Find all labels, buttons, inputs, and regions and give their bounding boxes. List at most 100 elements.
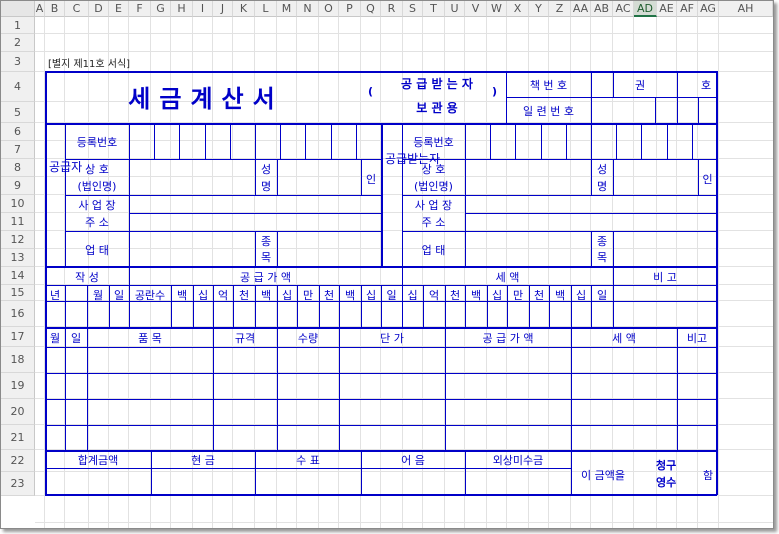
column-header-i[interactable]: I <box>193 1 213 17</box>
column-header-y[interactable]: Y <box>529 1 549 17</box>
form-border <box>402 231 717 232</box>
row-header-18[interactable]: 18 <box>1 347 35 373</box>
invoice-title: 세금계산서 <box>128 85 284 113</box>
row-header-16[interactable]: 16 <box>1 301 35 327</box>
address-label-line2: 주 소 <box>421 216 446 229</box>
digit-label: 백 <box>260 289 272 302</box>
promissory-note-label: 어 음 <box>401 454 425 467</box>
form-border <box>45 71 717 73</box>
row-header-14[interactable]: 14 <box>1 267 35 285</box>
digit-label: 백 <box>176 289 188 302</box>
row-header-20[interactable]: 20 <box>1 399 35 425</box>
column-header-b[interactable]: B <box>45 1 65 17</box>
row-header-5[interactable]: 5 <box>1 102 35 123</box>
column-header-k[interactable]: K <box>233 1 255 17</box>
row-header-2[interactable]: 2 <box>1 34 35 52</box>
column-header-n[interactable]: N <box>297 1 319 17</box>
select-all-corner[interactable] <box>1 1 35 17</box>
gridline <box>35 51 773 52</box>
row-header-21[interactable]: 21 <box>1 425 35 450</box>
seal-label: 인 <box>702 173 713 186</box>
column-header-s[interactable]: S <box>403 1 423 17</box>
column-header-j[interactable]: J <box>213 1 233 17</box>
column-header-z[interactable]: Z <box>549 1 571 17</box>
business-type-label: 업 태 <box>421 244 446 257</box>
item-label: 목 <box>596 251 608 264</box>
items-column-header: 월 <box>49 332 61 345</box>
row-header-7[interactable]: 7 <box>1 141 35 159</box>
column-header-af[interactable]: AF <box>677 1 698 17</box>
row-header-3[interactable]: 3 <box>1 52 35 72</box>
row-header-23[interactable]: 23 <box>1 472 35 496</box>
column-header-h[interactable]: H <box>171 1 193 17</box>
row-header-12[interactable]: 12 <box>1 231 35 249</box>
form-border <box>356 123 357 159</box>
row-header-19[interactable]: 19 <box>1 373 35 399</box>
items-column-header: 단 가 <box>380 332 404 345</box>
row-header-22[interactable]: 22 <box>1 450 35 472</box>
digit-label: 십 <box>197 289 209 302</box>
column-header-v[interactable]: V <box>465 1 487 17</box>
row-header-4[interactable]: 4 <box>1 72 35 102</box>
row-header-6[interactable]: 6 <box>1 123 35 141</box>
row-header-13[interactable]: 13 <box>1 249 35 267</box>
column-header-f[interactable]: F <box>129 1 151 17</box>
row-header-10[interactable]: 10 <box>1 195 35 213</box>
column-header-r[interactable]: R <box>381 1 403 17</box>
cash-label: 현 금 <box>191 454 215 467</box>
digit-label: 천 <box>533 289 545 302</box>
digit-label: 만 <box>512 289 524 302</box>
column-header-l[interactable]: L <box>255 1 277 17</box>
form-border <box>255 123 256 159</box>
form-border <box>65 285 66 327</box>
row-header-1[interactable]: 1 <box>1 17 35 34</box>
book-number-label: 책 번 호 <box>529 79 568 92</box>
column-header-u[interactable]: U <box>445 1 465 17</box>
column-header-ac[interactable]: AC <box>613 1 634 17</box>
form-border <box>541 123 542 159</box>
column-header-c[interactable]: C <box>65 1 89 17</box>
digit-label: 십 <box>575 289 587 302</box>
paren: ) <box>492 85 498 98</box>
column-header-ab[interactable]: AB <box>591 1 613 17</box>
digit-label: 일 <box>386 289 397 302</box>
column-header-ae[interactable]: AE <box>657 1 677 17</box>
form-border <box>277 159 278 195</box>
blank-count-label: 공란수 <box>134 289 166 302</box>
form-border <box>677 97 678 123</box>
row-header-15[interactable]: 15 <box>1 285 35 301</box>
column-header-w[interactable]: W <box>487 1 507 17</box>
row-header-11[interactable]: 11 <box>1 213 35 231</box>
representative-label: 명 <box>596 180 608 193</box>
column-header-e[interactable]: E <box>109 1 129 17</box>
column-header-d[interactable]: D <box>89 1 109 17</box>
column-header-a[interactable]: A <box>35 1 45 17</box>
column-header-ag[interactable]: AG <box>698 1 719 17</box>
column-header-aa[interactable]: AA <box>571 1 591 17</box>
digit-label: 천 <box>238 289 250 302</box>
column-header-o[interactable]: O <box>319 1 339 17</box>
row-header-9[interactable]: 9 <box>1 177 35 195</box>
spreadsheet-window: A B C D E F G H I J K L M N O P Q R S T U V W X Y Z AA AB AC AD AE AF AG… <box>0 0 774 529</box>
column-header-g[interactable]: G <box>151 1 171 17</box>
column-header-x[interactable]: X <box>507 1 529 17</box>
column-header-q[interactable]: Q <box>361 1 381 17</box>
form-border <box>230 123 231 159</box>
form-border <box>277 231 278 267</box>
form-border <box>280 123 281 159</box>
column-header-m[interactable]: M <box>277 1 297 17</box>
digit-label: 십 <box>407 289 418 302</box>
claim-label: 청구 <box>656 459 677 472</box>
column-header-t[interactable]: T <box>423 1 445 17</box>
row-header-17[interactable]: 17 <box>1 327 35 347</box>
column-header-ah[interactable]: AH <box>719 1 773 17</box>
business-type-label: 업 태 <box>85 244 109 257</box>
item-label: 종 <box>596 235 608 248</box>
tax-amount-header: 세 액 <box>495 271 520 284</box>
form-border <box>45 494 717 496</box>
form-border <box>65 195 381 196</box>
form-border <box>65 159 381 160</box>
column-header-ad[interactable]: AD <box>634 1 657 17</box>
row-header-8[interactable]: 8 <box>1 159 35 177</box>
column-header-p[interactable]: P <box>339 1 361 17</box>
